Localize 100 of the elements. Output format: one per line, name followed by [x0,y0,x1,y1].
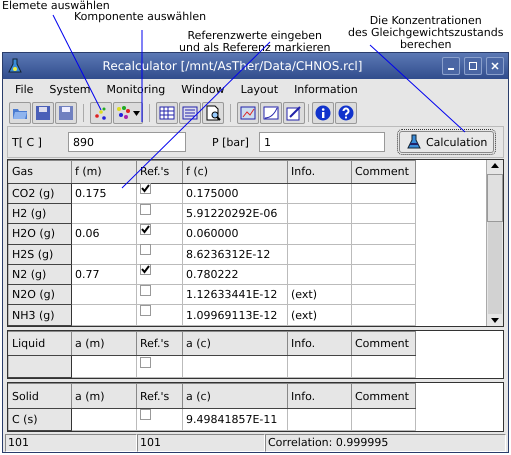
table-cell [288,203,352,224]
magnifier-icon [205,104,221,120]
row-header: H2S (g) [8,244,72,264]
maximize-icon [468,60,478,71]
close-button[interactable] [486,56,504,75]
table-cell [352,304,416,326]
column-header[interactable]: Info. [288,160,352,184]
column-header[interactable]: Ref.'s [136,384,182,408]
curve-button[interactable] [260,102,282,124]
table-cell [288,264,352,285]
scrollbar[interactable] [486,160,503,326]
table-cell: 0.175000 [182,183,288,204]
elements-button[interactable] [90,102,112,124]
column-header[interactable]: Comment [352,160,416,184]
column-header[interactable]: Liquid [8,331,72,356]
table-cell [352,183,416,204]
info-button[interactable] [312,102,334,124]
grid-icon [159,104,175,120]
checkbox[interactable] [140,244,151,256]
column-header[interactable]: f (c) [182,160,288,184]
maximize-button[interactable] [464,56,482,75]
table-cell: 0.77 [72,264,136,285]
list-icon [182,104,198,120]
components-button[interactable] [113,102,143,124]
column-header[interactable]: f (m) [72,160,136,184]
input-field[interactable]: 1 [258,132,385,152]
column-header[interactable]: a (m) [72,331,136,356]
column-header[interactable]: Info. [288,331,352,356]
table-button[interactable] [156,102,178,124]
menu-item[interactable]: System [41,82,98,96]
minimize-icon [448,68,454,70]
column-header[interactable]: Comment [352,384,416,408]
preview-button[interactable] [202,102,224,124]
checkbox[interactable] [140,305,151,316]
table-cell [288,408,352,430]
column-header[interactable]: a (m) [72,384,136,408]
column-header[interactable]: a (c) [182,384,288,408]
row-header: NH3 (g) [8,304,72,326]
save-button[interactable] [32,102,54,124]
table-cell: 0.175 [72,183,136,204]
checkbox[interactable] [140,284,151,296]
status-text: Correlation: 0.999995 [265,434,506,452]
table-cell: 5.91220292E-06 [182,203,288,224]
open-button[interactable] [9,102,31,124]
checkbox[interactable] [140,224,151,235]
help-button[interactable] [335,102,357,124]
menu-item[interactable]: Information [286,82,366,96]
column-header[interactable]: Info. [288,384,352,408]
table-cell [352,264,416,285]
minimize-button[interactable] [442,56,460,75]
table-cell: 0.780222 [182,264,288,285]
table-cell [352,356,416,378]
status-text: 101 [5,434,137,452]
table-cell: 1.09969113E-12 [182,304,288,326]
pencil-icon [286,104,302,120]
row-header: H2O (g) [8,224,72,244]
menu-item[interactable]: Layout [232,82,286,96]
field-label: T[ C ] [12,136,43,149]
save-as-button[interactable] [55,102,77,124]
help-icon [338,104,354,120]
column-header[interactable]: Ref.'s [136,160,182,184]
list-button[interactable] [179,102,201,124]
flask-icon [7,58,23,74]
column-header[interactable]: a (c) [182,331,288,356]
status-text: 101 [137,434,265,452]
row-header: CO2 (g) [8,183,72,204]
table-cell [288,183,352,204]
column-header[interactable]: Solid [8,384,72,408]
table-cell [352,224,416,244]
column-header[interactable]: Gas [8,160,72,184]
row-header: H2 (g) [8,203,72,224]
chart-button[interactable] [237,102,259,124]
chart-icon [240,104,256,120]
checkbox[interactable] [140,356,151,368]
floppy-icon [58,104,74,120]
row-header: N2O (g) [8,284,72,305]
callout-text: Die Konzentrationen des Gleichgewichtszustands berechen [348,15,504,51]
table-cell [288,244,352,264]
table-cell [352,244,416,264]
callout-text: Elemete auswählen [2,0,110,12]
checkbox[interactable] [140,264,151,276]
callout-text: Komponente auswählen [74,11,206,23]
table-cell: 9.49841857E-11 [182,408,288,430]
table-cell: 0.060000 [182,224,288,244]
info-icon [315,104,331,120]
window-title: Recalculator [/mnt/AsTher/Data/CHNOS.rcl] [102,58,364,73]
table-cell: 8.6236312E-12 [182,244,288,264]
edit-button[interactable] [283,102,305,124]
field-label: P [bar] [212,136,249,149]
column-header[interactable]: Comment [352,331,416,356]
checkbox[interactable] [140,183,151,194]
table-cell: 0.06 [72,224,136,244]
column-header[interactable]: Ref.'s [136,331,182,356]
checkbox[interactable] [140,409,151,420]
calculation-button[interactable]: Calculation [398,131,494,154]
table-cell: 1.12633441E-12 [182,284,288,305]
table-cell [288,356,352,378]
input-field[interactable]: 890 [68,132,186,152]
checkbox[interactable] [140,204,151,215]
menu-item[interactable]: File [7,82,42,96]
